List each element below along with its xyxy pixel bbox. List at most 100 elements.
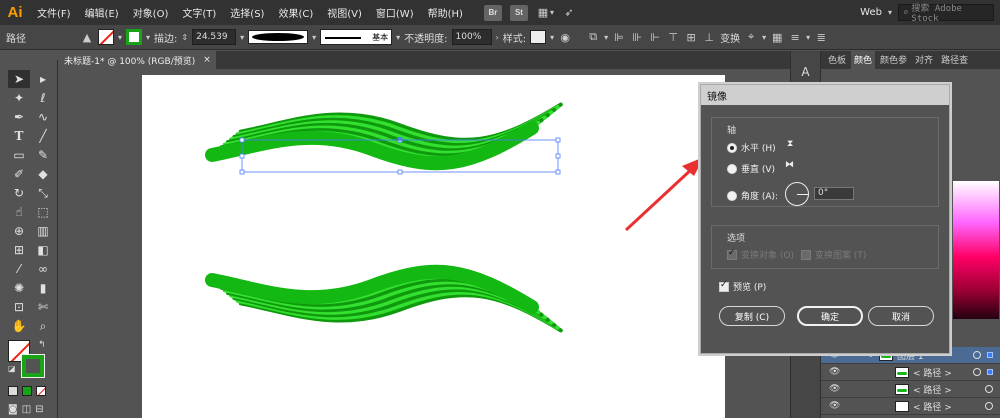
tab-swatches[interactable]: 色板 <box>825 50 849 69</box>
slice-tool-icon[interactable]: ✄ <box>32 298 54 316</box>
chevron-down-icon[interactable]: ▾ <box>312 33 316 42</box>
canvas-area[interactable] <box>58 69 790 418</box>
chevron-down-icon[interactable]: ▾ <box>762 33 766 42</box>
stock-button[interactable]: St <box>509 4 528 21</box>
menu-object[interactable]: 对象(O) <box>126 5 176 20</box>
chevron-down-icon[interactable]: ▾ <box>888 8 892 17</box>
target-icon[interactable] <box>973 368 981 376</box>
tab-pathfinder[interactable]: 路径查 <box>938 50 971 69</box>
layer-row[interactable]: 👁 < 路径 > <box>821 381 1000 398</box>
wave-bottom[interactable] <box>205 264 563 333</box>
eye-icon[interactable]: 👁 <box>829 401 840 411</box>
brush-definition[interactable]: 基本 <box>320 29 393 45</box>
warp-tool-icon[interactable]: ☝ <box>8 203 30 221</box>
grid-icon[interactable]: ▦ <box>770 30 784 44</box>
isolate-icon[interactable]: ⌖ <box>744 30 758 44</box>
none-mode-icon[interactable] <box>36 386 46 396</box>
opacity-label[interactable]: 不透明度: <box>404 30 447 45</box>
align-to-icon[interactable]: ⧉ <box>586 30 600 44</box>
gpu-performance-icon[interactable]: ➶ <box>562 6 576 20</box>
menu-help[interactable]: 帮助(H) <box>421 5 470 20</box>
rectangle-tool-icon[interactable]: ▭ <box>8 146 30 164</box>
angle-input[interactable]: 0° <box>814 187 854 200</box>
stepper-icon[interactable]: ⇕ <box>181 33 188 42</box>
chevron-down-icon[interactable]: ▾ <box>806 33 810 42</box>
cancel-button[interactable]: 取消 <box>868 306 934 326</box>
document-tab[interactable]: 未标题-1* @ 100% (RGB/预览) × <box>58 51 216 69</box>
eye-icon[interactable]: 👁 <box>829 367 840 377</box>
angle-radio[interactable]: 角度 (A): <box>727 189 778 202</box>
copy-button[interactable]: 复制 (C) <box>719 306 785 326</box>
character-panel-icon[interactable]: A <box>797 65 815 83</box>
curvature-tool-icon[interactable]: ∿ <box>32 108 54 126</box>
chevron-down-icon[interactable]: ▾ <box>146 33 150 42</box>
draw-normal-icon[interactable]: ◙ <box>8 404 18 415</box>
layer-row[interactable]: 👁 < 路径 > <box>821 398 1000 415</box>
gradient-mode-icon[interactable] <box>22 386 32 396</box>
graphic-style-swatch[interactable] <box>530 30 547 44</box>
artboard-tool-icon[interactable]: ⊡ <box>8 298 30 316</box>
arrange-documents-icon[interactable]: ▦ <box>536 6 550 20</box>
menu-edit[interactable]: 编辑(E) <box>78 5 126 20</box>
horizontal-radio[interactable]: 水平 (H) <box>727 141 776 154</box>
align-right-icon[interactable]: ⊩ <box>648 30 662 44</box>
chevron-down-icon[interactable]: ▾ <box>550 33 554 42</box>
layer-row[interactable]: 👁 < 路径 > <box>821 364 1000 381</box>
draw-behind-icon[interactable]: ◫ <box>22 404 31 415</box>
hand-tool-icon[interactable]: ✋ <box>8 317 30 335</box>
transform-patterns-checkbox[interactable]: 变换图案 (T) <box>801 248 866 261</box>
eyedropper-tool-icon[interactable]: ⁄ <box>8 260 30 278</box>
target-icon[interactable] <box>985 402 993 410</box>
workspace-switcher[interactable]: Web <box>860 7 882 18</box>
align-left-icon[interactable]: ⊫ <box>612 30 626 44</box>
align-top-icon[interactable]: ⊤ <box>666 30 680 44</box>
color-spectrum[interactable] <box>953 181 999 319</box>
chevron-down-icon[interactable]: ▾ <box>396 33 400 42</box>
rotate-tool-icon[interactable]: ↻ <box>8 184 30 202</box>
swap-icon[interactable]: ↰ <box>38 340 46 350</box>
line-tool-icon[interactable]: ╱ <box>32 127 54 145</box>
options-menu-icon[interactable]: ≣ <box>814 30 828 44</box>
type-tool-icon[interactable]: T <box>8 127 30 145</box>
tab-color-guide[interactable]: 颜色参 <box>877 50 910 69</box>
stroke-weight-input[interactable]: 24.539 <box>192 29 237 45</box>
menu-view[interactable]: 视图(V) <box>320 5 369 20</box>
transform-objects-checkbox[interactable]: 变换对象 (O) <box>727 248 794 261</box>
panel-menu-icon[interactable]: ≡ <box>788 30 802 44</box>
ok-button[interactable]: 确定 <box>797 306 863 326</box>
shape-builder-tool-icon[interactable]: ⊕ <box>8 222 30 240</box>
perspective-grid-tool-icon[interactable]: ▥ <box>32 222 54 240</box>
gradient-tool-icon[interactable]: ◧ <box>32 241 54 259</box>
recolor-icon[interactable]: ◉ <box>558 30 572 44</box>
chevron-down-icon[interactable]: ▾ <box>550 8 554 17</box>
align-middle-icon[interactable]: ⊞ <box>684 30 698 44</box>
shaper-tool-icon[interactable]: ✐ <box>8 165 30 183</box>
symbol-sprayer-tool-icon[interactable]: ✺ <box>8 279 30 297</box>
paintbrush-tool-icon[interactable]: ✎ <box>32 146 54 164</box>
angle-dial[interactable] <box>785 182 809 206</box>
wave-top[interactable] <box>205 102 563 171</box>
stroke-green-swatch[interactable] <box>22 355 44 377</box>
blend-tool-icon[interactable]: ∞ <box>32 260 54 278</box>
stock-search-input[interactable]: ⌕ 搜索 Adobe Stock <box>898 4 994 24</box>
align-center-icon[interactable]: ⊪ <box>630 30 644 44</box>
selection-indicator[interactable] <box>987 352 993 358</box>
chevron-right-icon[interactable]: › <box>496 33 499 42</box>
draw-inside-icon[interactable]: ⊟ <box>35 404 43 415</box>
menu-file[interactable]: 文件(F) <box>30 5 78 20</box>
align-bottom-icon[interactable]: ⊥ <box>702 30 716 44</box>
selection-indicator[interactable] <box>987 369 993 375</box>
selection-tool-icon[interactable]: ➤ <box>8 70 30 88</box>
magic-wand-tool-icon[interactable]: ✦ <box>8 89 30 107</box>
color-mode-icon[interactable] <box>8 386 18 396</box>
column-graph-tool-icon[interactable]: ▮ <box>32 279 54 297</box>
target-icon[interactable] <box>973 351 981 359</box>
chevron-down-icon[interactable]: ▾ <box>240 33 244 42</box>
chevron-down-icon[interactable]: ▾ <box>604 33 608 42</box>
vertical-radio[interactable]: 垂直 (V) <box>727 162 775 175</box>
default-colors-icon[interactable]: ◪ <box>8 364 16 373</box>
fill-swatch[interactable] <box>98 29 114 45</box>
tab-color[interactable]: 颜色 <box>851 50 876 69</box>
direct-selection-tool-icon[interactable]: ▸ <box>32 70 54 88</box>
menu-effect[interactable]: 效果(C) <box>271 5 320 20</box>
